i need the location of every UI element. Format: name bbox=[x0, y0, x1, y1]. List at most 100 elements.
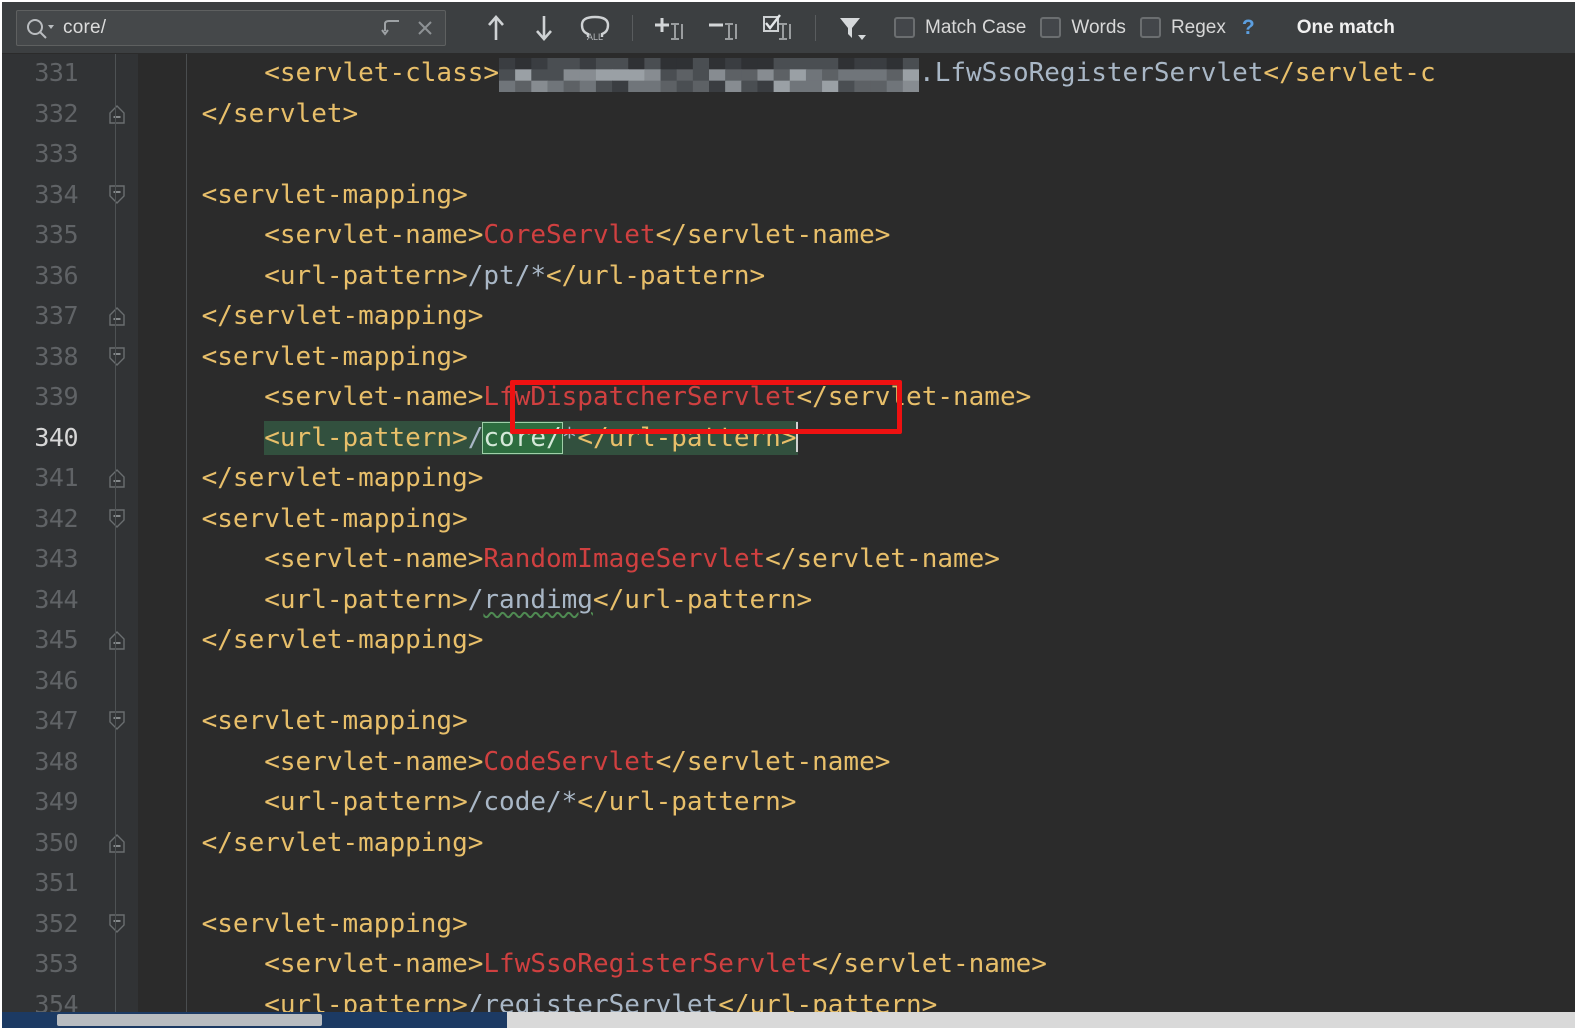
select-all-cursors-button[interactable] bbox=[755, 9, 801, 47]
line-number: 340 bbox=[2, 418, 78, 459]
code-line[interactable]: <servlet-name>LfwSsoRegisterServlet</ser… bbox=[139, 944, 1047, 985]
match-count-status: One match bbox=[1297, 17, 1395, 39]
line-number: 350 bbox=[2, 823, 78, 864]
code-line[interactable]: <servlet-mapping> bbox=[139, 499, 468, 540]
match-case-label: Match Case bbox=[925, 17, 1026, 39]
line-number: 332 bbox=[2, 94, 78, 135]
line-number: 348 bbox=[2, 742, 78, 783]
filter-icon bbox=[837, 13, 869, 43]
line-number: 335 bbox=[2, 215, 78, 256]
code-line[interactable]: <servlet-mapping> bbox=[139, 904, 468, 945]
indent-guide bbox=[186, 54, 187, 1016]
omega-all-icon: ALL bbox=[579, 13, 611, 43]
line-number: 352 bbox=[2, 904, 78, 945]
code-line[interactable]: <url-pattern>/code/*</url-pattern> bbox=[139, 782, 796, 823]
svg-text:ALL: ALL bbox=[587, 32, 603, 42]
code-line[interactable]: <servlet-name>CodeServlet</servlet-name> bbox=[139, 742, 890, 783]
regex-label: Regex bbox=[1171, 17, 1226, 39]
words-checkbox-box[interactable] bbox=[1040, 17, 1061, 38]
select-all-occurrences-button[interactable]: ALL bbox=[572, 9, 618, 47]
search-icon[interactable] bbox=[25, 11, 59, 45]
match-case-checkbox-box[interactable] bbox=[894, 17, 915, 38]
add-selection-button[interactable] bbox=[647, 9, 693, 47]
line-number: 353 bbox=[2, 944, 78, 985]
line-number: 338 bbox=[2, 337, 78, 378]
fold-region-end-icon[interactable] bbox=[108, 832, 126, 854]
scrollbar-thumb[interactable] bbox=[57, 1014, 322, 1026]
horizontal-scrollbar[interactable] bbox=[2, 1012, 1577, 1028]
line-number: 342 bbox=[2, 499, 78, 540]
clear-icon[interactable] bbox=[409, 13, 441, 43]
spellcheck-warning-text: randimg bbox=[483, 585, 593, 615]
text-caret bbox=[796, 422, 798, 452]
regex-help-icon[interactable]: ? bbox=[1242, 16, 1255, 40]
arrow-up-icon bbox=[485, 14, 507, 42]
code-text-area[interactable]: <servlet-class>.LfwSsoRegisterServlet</s… bbox=[139, 54, 1577, 1016]
search-history-return-icon[interactable] bbox=[377, 13, 409, 43]
words-checkbox[interactable]: Words bbox=[1040, 17, 1126, 39]
code-line[interactable]: </servlet-mapping> bbox=[139, 823, 483, 864]
plus-cursor-icon bbox=[653, 13, 687, 43]
line-number: 343 bbox=[2, 539, 78, 580]
code-line[interactable]: <url-pattern>/randimg</url-pattern> bbox=[139, 580, 812, 621]
search-input[interactable]: core/ bbox=[16, 10, 446, 46]
code-line[interactable]: </servlet-mapping> bbox=[139, 296, 483, 337]
fold-region-start-icon[interactable] bbox=[108, 346, 126, 368]
filter-options-button[interactable] bbox=[830, 9, 876, 47]
fold-region-start-icon[interactable] bbox=[108, 184, 126, 206]
line-number: 346 bbox=[2, 661, 78, 702]
code-line[interactable]: <servlet-class>.LfwSsoRegisterServlet</s… bbox=[139, 54, 1436, 94]
line-number: 341 bbox=[2, 458, 78, 499]
find-previous-button[interactable] bbox=[476, 9, 516, 47]
code-line[interactable]: <url-pattern>/core/*</url-pattern> bbox=[139, 418, 798, 459]
code-line[interactable]: <servlet-mapping> bbox=[139, 337, 468, 378]
search-input-value[interactable]: core/ bbox=[59, 17, 377, 39]
line-number: 347 bbox=[2, 701, 78, 742]
toolbar-divider-1 bbox=[632, 15, 633, 41]
line-number: 339 bbox=[2, 377, 78, 418]
fold-region-end-icon[interactable] bbox=[108, 467, 126, 489]
code-editor[interactable]: 3313323333343353363373383393403413423433… bbox=[2, 54, 1577, 1016]
line-number: 337 bbox=[2, 296, 78, 337]
line-number: 344 bbox=[2, 580, 78, 621]
toolbar-divider-2 bbox=[815, 15, 816, 41]
redacted-package-name bbox=[499, 58, 919, 92]
find-next-button[interactable] bbox=[524, 9, 564, 47]
fold-region-start-icon[interactable] bbox=[108, 710, 126, 732]
fold-region-start-icon[interactable] bbox=[108, 913, 126, 935]
line-number: 334 bbox=[2, 175, 78, 216]
code-line[interactable]: <servlet-mapping> bbox=[139, 175, 468, 216]
words-label: Words bbox=[1071, 17, 1126, 39]
fold-region-end-icon[interactable] bbox=[108, 305, 126, 327]
fold-region-end-icon[interactable] bbox=[108, 629, 126, 651]
match-case-checkbox[interactable]: Match Case bbox=[894, 17, 1026, 39]
line-number: 336 bbox=[2, 256, 78, 297]
code-line[interactable]: <servlet-name>LfwDispatcherServlet</serv… bbox=[139, 377, 1031, 418]
line-number: 351 bbox=[2, 863, 78, 904]
arrow-down-icon bbox=[533, 14, 555, 42]
code-line[interactable]: <servlet-mapping> bbox=[139, 701, 468, 742]
ide-window: core/ bbox=[0, 0, 1577, 1030]
line-number: 331 bbox=[2, 54, 78, 94]
code-line[interactable]: </servlet> bbox=[139, 94, 358, 135]
fold-region-line bbox=[115, 54, 116, 1016]
regex-checkbox[interactable]: Regex bbox=[1140, 17, 1226, 39]
line-number: 349 bbox=[2, 782, 78, 823]
fold-region-start-icon[interactable] bbox=[108, 508, 126, 530]
line-number-gutter: 3313323333343353363373383393403413423433… bbox=[2, 54, 92, 1016]
text-selection: <url-pattern>/core/*</url-pattern> bbox=[264, 421, 798, 455]
code-line[interactable]: <servlet-name>RandomImageServlet</servle… bbox=[139, 539, 1000, 580]
find-toolbar: core/ bbox=[2, 2, 1577, 54]
fold-region-end-icon[interactable] bbox=[108, 103, 126, 125]
code-line[interactable]: <url-pattern>/pt/*</url-pattern> bbox=[139, 256, 765, 297]
code-line[interactable]: </servlet-mapping> bbox=[139, 458, 483, 499]
remove-selection-button[interactable] bbox=[701, 9, 747, 47]
regex-checkbox-box[interactable] bbox=[1140, 17, 1161, 38]
minus-cursor-icon bbox=[707, 13, 741, 43]
line-number: 333 bbox=[2, 134, 78, 175]
code-line[interactable]: <servlet-name>CoreServlet</servlet-name> bbox=[139, 215, 890, 256]
check-cursor-icon bbox=[761, 13, 795, 43]
code-line[interactable]: </servlet-mapping> bbox=[139, 620, 483, 661]
search-match-highlight: core/ bbox=[483, 423, 561, 453]
line-number: 345 bbox=[2, 620, 78, 661]
